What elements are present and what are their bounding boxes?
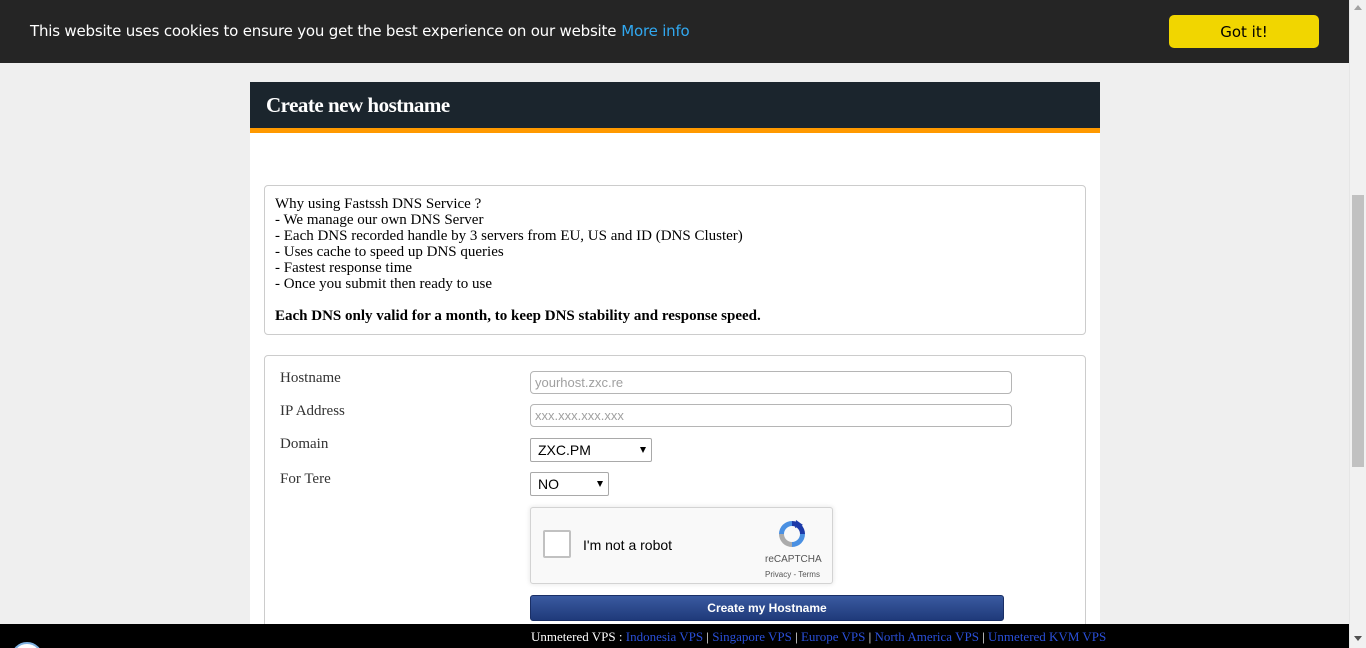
hostname-input[interactable]: [530, 371, 1012, 394]
domain-select-value: ZXC.PM: [538, 442, 591, 458]
page-title: Create new hostname: [266, 93, 450, 117]
for-tere-select-value: NO: [538, 476, 559, 492]
hostname-label: Hostname: [280, 370, 341, 386]
footer-separator: |: [795, 629, 798, 644]
info-line: Why using Fastssh DNS Service ?: [275, 196, 482, 212]
panel-header: Create new hostname: [250, 82, 1100, 133]
info-line: - Fastest response time: [275, 260, 413, 276]
footer-separator: |: [868, 629, 872, 644]
footer-link-unmetered-kvm-vps[interactable]: Unmetered KVM VPS: [988, 629, 1106, 644]
create-hostname-button[interactable]: Create my Hostname: [530, 595, 1004, 621]
footer-link-indonesia-vps[interactable]: Indonesia VPS: [626, 629, 703, 644]
footer-link-north-america-vps[interactable]: North America VPS: [874, 629, 978, 644]
footer-link-singapore-vps[interactable]: Singapore VPS: [712, 629, 792, 644]
chat-widget-icon[interactable]: [11, 642, 43, 648]
scroll-thumb[interactable]: [1352, 195, 1364, 467]
recaptcha-label: I'm not a robot: [583, 537, 673, 553]
info-line: - Each DNS recorded handle by 3 servers …: [275, 228, 743, 244]
recaptcha-logo-icon: [779, 520, 805, 547]
footer-separator: |: [706, 629, 709, 644]
cookie-more-info-link[interactable]: More info: [621, 22, 689, 40]
footer-bar: Unmetered VPS : Indonesia VPS | Singapor…: [0, 624, 1349, 648]
info-line: - We manage our own DNS Server: [275, 212, 484, 228]
footer-separator: |: [982, 629, 985, 644]
footer-prefix: Unmetered VPS :: [531, 629, 623, 644]
scroll-down-arrow-icon[interactable]: [1354, 636, 1362, 641]
footer-links: Unmetered VPS : Indonesia VPS | Singapor…: [531, 629, 1106, 645]
for-tere-label: For Tere: [280, 471, 331, 487]
info-line: - Once you submit then ready to use: [275, 276, 493, 292]
chevron-down-icon: [640, 447, 646, 453]
recaptcha-checkbox[interactable]: [543, 530, 571, 558]
recaptcha-widget: I'm not a robot reCAPTCHA Privacy - Term…: [530, 507, 833, 584]
ip-address-label: IP Address: [280, 403, 345, 419]
create-hostname-panel: Create new hostname Why using Fastssh DN…: [250, 82, 1100, 648]
cookie-message-text: This website uses cookies to ensure you …: [30, 22, 617, 40]
info-line: - Uses cache to speed up DNS queries: [275, 244, 504, 260]
page-scrollbar[interactable]: [1349, 0, 1366, 648]
for-tere-select[interactable]: NO: [530, 472, 609, 496]
cookie-accept-button[interactable]: Got it!: [1169, 15, 1319, 48]
domain-select[interactable]: ZXC.PM: [530, 438, 652, 462]
domain-label: Domain: [280, 436, 329, 452]
validity-note: Each DNS only valid for a month, to keep…: [275, 308, 761, 324]
chevron-down-icon: [597, 481, 603, 487]
cookie-message: This website uses cookies to ensure you …: [30, 22, 690, 40]
ip-address-input[interactable]: [530, 404, 1012, 427]
hostname-form: Hostname IP Address Domain ZXC.PM For Te…: [264, 355, 1086, 648]
footer-link-europe-vps[interactable]: Europe VPS: [801, 629, 865, 644]
recaptcha-brand: reCAPTCHA: [765, 554, 822, 565]
scroll-up-arrow-icon[interactable]: [1354, 5, 1362, 10]
service-info-box: Why using Fastssh DNS Service ? - We man…: [264, 185, 1086, 335]
recaptcha-links[interactable]: Privacy - Terms: [765, 570, 820, 579]
cookie-banner: This website uses cookies to ensure you …: [0, 0, 1349, 63]
